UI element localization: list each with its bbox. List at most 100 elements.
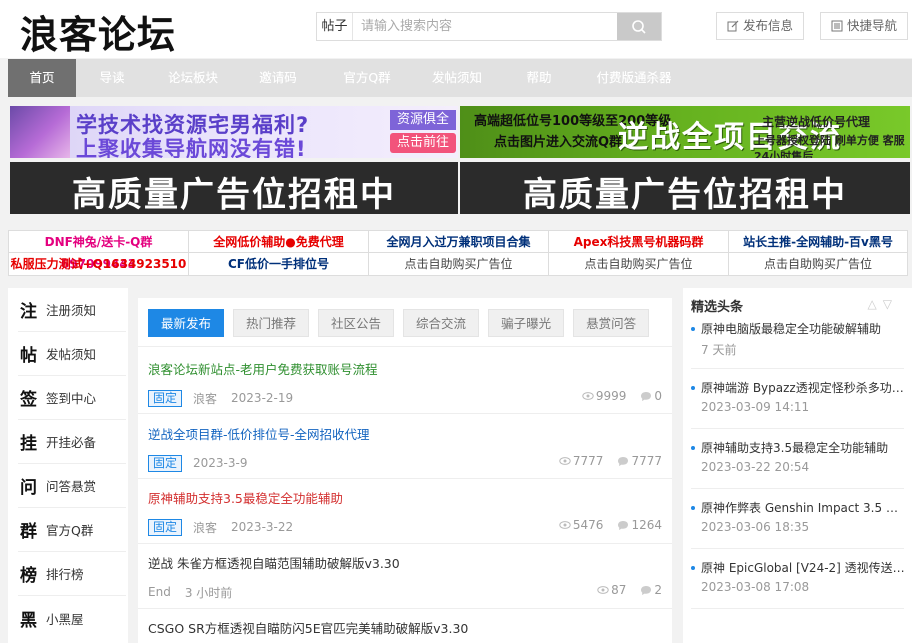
menu-item-checkin[interactable]: 签签到中心 (18, 376, 126, 420)
featured-item[interactable]: 原神 EpicGlobal [V24-2] 透视传送辅助 2023-03-08 … (691, 560, 906, 594)
post-title[interactable]: CSGO SR方框透视自瞄防闪5E官匹完美辅助破解版v3.30 (148, 620, 668, 638)
tab-latest[interactable]: 最新发布 (148, 309, 225, 337)
menu-item-cheats[interactable]: 挂开挂必备 (18, 420, 126, 464)
menu-glyph: 问 (20, 478, 37, 498)
link-cell[interactable]: 全网月入过万兼职项目合集 (369, 231, 549, 253)
post-title[interactable]: 浪客论坛新站点-老用户免费获取账号流程 (148, 361, 668, 379)
link-cell[interactable]: 全网低价辅助●免费代理 (189, 231, 369, 253)
featured-item[interactable]: 原神作弊表 Genshin Impact 3.5 多功能辅助 2023-03-0… (691, 500, 906, 534)
post-title[interactable]: 逆战全项目群-低价排位号-全网招收代理 (148, 426, 668, 444)
carousel-arrows[interactable]: △▽ (868, 297, 898, 311)
nav-paid[interactable]: 付费版通杀器 (584, 59, 684, 97)
featured-item-title[interactable]: 原神辅助支持3.5最稳定全功能辅助 (691, 440, 906, 456)
menu-glyph: 帖 (20, 346, 37, 366)
banner-line-2: 上聚收集导航网没有错! (76, 137, 307, 158)
featured-item[interactable]: 原神辅助支持3.5最稳定全功能辅助 2023-03-22 20:54 (691, 440, 906, 474)
site-logo[interactable]: 浪客论坛 (20, 4, 176, 59)
menu-item-qgroup[interactable]: 群官方Q群 (18, 508, 126, 552)
comment-icon (618, 520, 629, 530)
eye-icon (597, 586, 609, 594)
banner-go-button[interactable]: 点击前往 (390, 133, 456, 153)
tab-bounty-qa[interactable]: 悬赏问答 (573, 309, 650, 337)
tab-divider (138, 346, 672, 347)
post-divider (138, 608, 672, 609)
menu-label: 发帖须知 (46, 347, 97, 362)
header: 浪客论坛 帖子 发布信息 快捷导航 (0, 0, 912, 58)
link-cell[interactable]: 点击自助购买广告位 (549, 253, 729, 275)
tab-announcements[interactable]: 社区公告 (318, 309, 395, 337)
nav-help[interactable]: 帮助 (514, 59, 564, 97)
tab-hot[interactable]: 热门推荐 (233, 309, 310, 337)
post-info-label: 发布信息 (743, 18, 794, 33)
link-cell[interactable]: CF低价一手排位号 (189, 253, 369, 275)
featured-item-date: 2023-03-06 18:35 (701, 520, 810, 534)
link-cell[interactable]: 站长主推-全网辅助-百v黑号 (729, 231, 907, 253)
nav-forums[interactable]: 论坛板块 (156, 59, 230, 97)
menu-item-blackroom[interactable]: 黑小黑屋 (18, 596, 126, 640)
post-info-button[interactable]: 发布信息 (716, 12, 805, 40)
menu-item-post-rules[interactable]: 帖发帖须知 (18, 332, 126, 376)
link-cell[interactable]: 点击自助购买广告位 (369, 253, 549, 275)
nav-qgroup[interactable]: 官方Q群 (330, 59, 404, 97)
post-meta: 固定 浪客 2023-3-22 5476 1264 (148, 518, 668, 536)
reply-count: 1264 (631, 518, 662, 532)
quick-nav-button[interactable]: 快捷导航 (820, 12, 909, 40)
menu-label: 排行榜 (46, 567, 84, 582)
eye-icon (559, 521, 571, 529)
post-item: 逆战全项目群-低价排位号-全网招收代理 固定 2023-3-9 7777 777… (148, 426, 668, 472)
search-bar: 帖子 (316, 12, 662, 41)
view-count: 9999 (595, 389, 627, 403)
featured-item[interactable]: 原神电脑版最稳定全功能破解辅助 7 天前 (691, 321, 906, 358)
post-author[interactable]: 浪客 (193, 519, 217, 536)
tab-scam-exposure[interactable]: 骗子曝光 (488, 309, 565, 337)
post-date: 2023-3-9 (193, 456, 248, 470)
menu-label: 问答悬赏 (46, 479, 97, 494)
arrow-down-icon[interactable]: ▽ (883, 297, 898, 311)
link-cell[interactable]: DNF神兔/送卡-Q群697099443 (9, 231, 189, 271)
post-item: 浪客论坛新站点-老用户免费获取账号流程 固定 浪客 2023-2-19 9999… (148, 361, 668, 407)
view-count: 87 (611, 583, 627, 597)
featured-sidebar: 精选头条 △▽ 原神电脑版最稳定全功能破解辅助 7 天前 原神端游 Bypazz… (683, 288, 912, 643)
featured-item-title[interactable]: 原神作弊表 Genshin Impact 3.5 多功能辅助 (691, 500, 906, 516)
edit-icon (727, 20, 739, 32)
menu-glyph: 注 (20, 302, 37, 322)
featured-item-title[interactable]: 原神端游 Bypazz透视定怪秒杀多功能辅助 (691, 380, 906, 396)
link-cell[interactable]: 私服压力测试+Q1634923510 (9, 253, 189, 275)
banner-ad-slot-right[interactable]: 高质量广告位招租中 (460, 162, 910, 214)
pinned-badge: 固定 (148, 518, 183, 536)
nav-guide[interactable]: 导读 (80, 59, 144, 97)
banner-ad-slot-left[interactable]: 高质量广告位招租中 (10, 162, 458, 214)
featured-item-title[interactable]: 原神 EpicGlobal [V24-2] 透视传送辅助 (691, 560, 906, 576)
menu-label: 开挂必备 (46, 435, 97, 450)
post-date: 3 小时前 (184, 585, 233, 600)
nav-home[interactable]: 首页 (8, 59, 76, 97)
menu-item-ranking[interactable]: 榜排行榜 (18, 552, 126, 596)
menu-label: 官方Q群 (46, 523, 94, 538)
banner-nizhan[interactable]: 高端超低位号100等级至200等级 点击图片进入交流Q群 逆战全项目交流 主营逆… (460, 106, 910, 158)
post-title[interactable]: 逆战 朱雀方框透视自瞄范围辅助破解版v3.30 (148, 555, 668, 573)
banner-badge: 资源俱全 (390, 110, 456, 130)
pinned-badge: 固定 (148, 389, 183, 407)
post-title[interactable]: 原神辅助支持3.5最稳定全功能辅助 (148, 490, 668, 508)
pinned-badge: 固定 (148, 454, 183, 472)
search-button[interactable] (617, 13, 661, 40)
nav-rules[interactable]: 发帖须知 (420, 59, 494, 97)
post-author[interactable]: 浪客 (193, 390, 217, 407)
featured-item-title[interactable]: 原神电脑版最稳定全功能破解辅助 (691, 321, 906, 337)
banner-resources[interactable]: 学技术找资源宅男福利? 上聚收集导航网没有错! 资源俱全 点击前往 (10, 106, 458, 158)
menu-label: 注册须知 (46, 303, 97, 318)
arrow-up-icon[interactable]: △ (868, 297, 883, 311)
search-input[interactable] (353, 13, 617, 40)
post-author[interactable]: End (148, 585, 171, 599)
feed-tabs: 最新发布 热门推荐 社区公告 综合交流 骗子曝光 悬赏问答 (148, 309, 650, 339)
menu-item-bounty[interactable]: 问问答悬赏 (18, 464, 126, 508)
tab-general[interactable]: 综合交流 (403, 309, 480, 337)
featured-item-date: 2023-03-08 17:08 (701, 580, 810, 594)
link-cell[interactable]: 点击自助购买广告位 (729, 253, 907, 275)
link-cell[interactable]: Apex科技黑号机器码群 (549, 231, 729, 253)
featured-item[interactable]: 原神端游 Bypazz透视定怪秒杀多功能辅助 2023-03-09 14:11 (691, 380, 906, 414)
nav-invite[interactable]: 邀请码 (246, 59, 310, 97)
menu-item-register-rules[interactable]: 注注册须知 (18, 288, 126, 332)
banner-green-right-2: 上号器授权登陆 刷单方便 客服24小时售后 (754, 134, 905, 158)
search-type-select[interactable]: 帖子 (317, 13, 353, 40)
